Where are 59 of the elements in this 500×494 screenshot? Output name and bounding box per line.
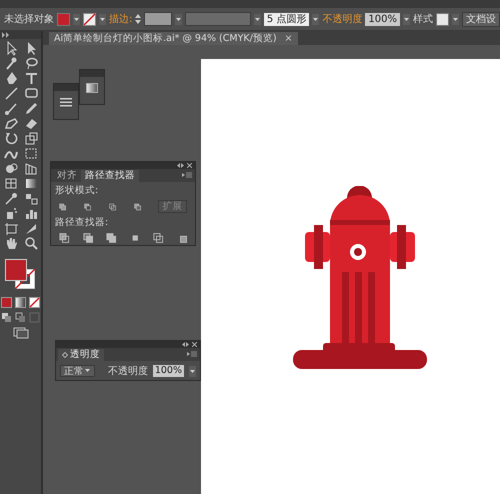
blend-mode-dropdown[interactable]: 正常 bbox=[60, 365, 96, 377]
mesh-icon[interactable] bbox=[2, 176, 18, 191]
stroke-label: 描边: bbox=[109, 12, 132, 26]
blend-mode-value: 正常 bbox=[64, 364, 84, 378]
line-tool-icon[interactable] bbox=[2, 86, 18, 101]
perspective-grid-icon[interactable] bbox=[22, 161, 38, 176]
exclude-icon[interactable] bbox=[134, 200, 141, 212]
collapsed-panel[interactable] bbox=[79, 69, 105, 105]
gradient-mode-swatch[interactable] bbox=[15, 297, 26, 308]
screen-mode-icon[interactable] bbox=[12, 327, 28, 339]
stepper-icon[interactable] bbox=[135, 13, 142, 25]
close-button[interactable]: × bbox=[284, 33, 292, 44]
zoom-icon[interactable] bbox=[22, 236, 38, 251]
color-mode-swatch[interactable] bbox=[1, 297, 12, 308]
section-label: 路径查找器: bbox=[55, 216, 110, 229]
panel-header bbox=[80, 70, 104, 77]
merge-icon[interactable] bbox=[106, 232, 116, 244]
opacity-field[interactable]: 100% bbox=[152, 365, 184, 377]
free-transform-icon[interactable] bbox=[22, 146, 38, 161]
document-setup-button[interactable]: 文档设 bbox=[462, 12, 500, 26]
fill-swatch[interactable] bbox=[57, 12, 70, 26]
opacity-label: 不透明度 bbox=[108, 364, 148, 378]
rectangle-tool-icon[interactable] bbox=[22, 86, 38, 101]
section-label: 形状模式: bbox=[55, 184, 100, 197]
panel-tab[interactable]: 对齐 bbox=[53, 170, 81, 182]
intersect-icon[interactable] bbox=[108, 200, 116, 212]
unite-icon[interactable] bbox=[59, 200, 66, 212]
close-icon[interactable] bbox=[192, 342, 197, 347]
panel-header bbox=[54, 84, 78, 91]
opacity-label: 不透明度 bbox=[322, 12, 362, 26]
minus-front-icon[interactable] bbox=[84, 200, 92, 212]
document-tab[interactable]: Ai简单绘制台灯的小图标.ai* @ 94% (CMYK/预览) × bbox=[49, 32, 298, 45]
style-label: 样式 bbox=[413, 12, 433, 26]
draw-behind-icon[interactable] bbox=[15, 312, 26, 323]
document-title: Ai简单绘制台灯的小图标.ai* @ 94% (CMYK/预览) bbox=[54, 32, 277, 45]
variable-width-field[interactable] bbox=[185, 12, 251, 26]
none-mode-swatch[interactable] bbox=[29, 297, 40, 308]
gradient-panel-icon[interactable] bbox=[86, 83, 98, 93]
brush-icon[interactable] bbox=[2, 101, 18, 116]
align-lines-icon[interactable] bbox=[60, 97, 72, 107]
outline-icon[interactable] bbox=[153, 232, 164, 244]
trim-icon[interactable] bbox=[82, 232, 93, 244]
panel-menu-icon[interactable] bbox=[182, 172, 192, 178]
panel-menu-icon[interactable] bbox=[187, 351, 197, 357]
collapsed-panel[interactable] bbox=[53, 83, 79, 120]
artboard-icon[interactable] bbox=[2, 221, 18, 236]
divide-icon[interactable] bbox=[59, 232, 70, 244]
fill-color-swatch[interactable] bbox=[4, 259, 26, 281]
brush-field[interactable]: 5 点圆形 bbox=[264, 12, 310, 26]
stroke-weight-field[interactable] bbox=[144, 12, 172, 26]
scale-icon[interactable] bbox=[22, 131, 38, 146]
style-swatch[interactable] bbox=[436, 12, 449, 26]
close-icon[interactable] bbox=[187, 163, 192, 168]
panel-tab[interactable]: 路径查找器 bbox=[81, 170, 139, 182]
expand-options-icon[interactable] bbox=[62, 352, 68, 358]
selection-status: 未选择对象 bbox=[4, 12, 54, 26]
no-stroke-swatch[interactable] bbox=[83, 12, 96, 26]
opacity-field[interactable]: 100% bbox=[365, 12, 400, 26]
draw-normal-icon[interactable] bbox=[1, 312, 12, 323]
